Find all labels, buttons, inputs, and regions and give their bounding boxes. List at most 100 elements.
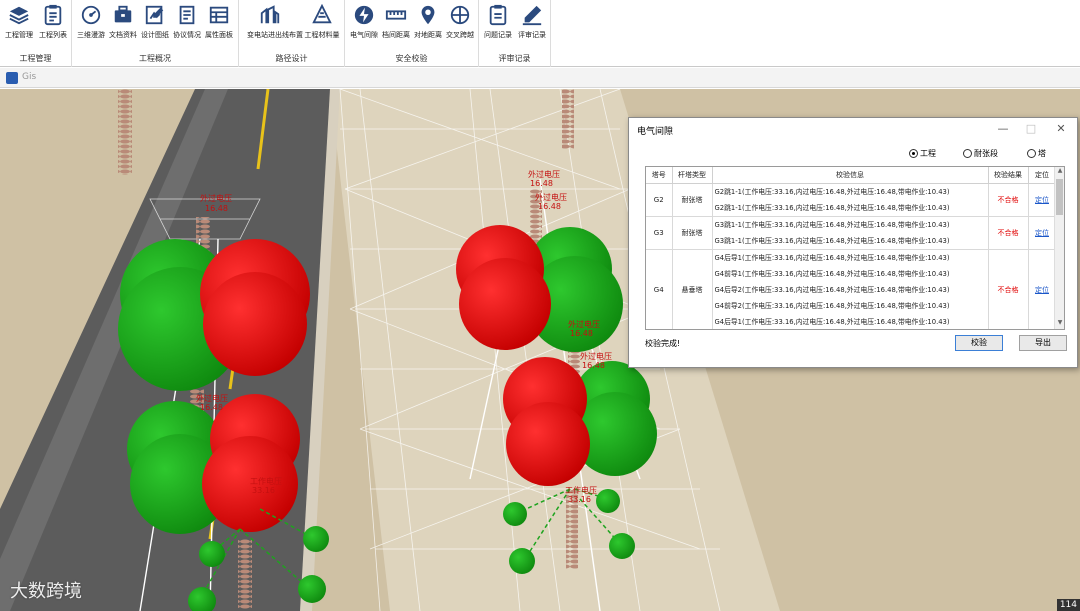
tower-type: 耐张塔 <box>672 183 713 217</box>
radio-unchecked-icon <box>963 149 972 158</box>
voltage-label: 外过电压 <box>568 319 600 329</box>
voltage-label: 外过电压 <box>528 169 560 179</box>
document-icon <box>179 5 195 25</box>
column-header: 校验结果 <box>988 167 1029 184</box>
problem-record-icon <box>489 4 507 26</box>
check-info: G4后导1(工作电压:33.16,内过电压:16.48,外过电压:16.48,带… <box>712 249 989 329</box>
table-row[interactable]: G4 悬垂塔 G4后导1(工作电压:33.16,内过电压:16.48,外过电压:… <box>646 249 1057 329</box>
clearance-sphere-red <box>203 272 307 376</box>
dashboard-icon <box>81 5 101 25</box>
gis-window-title: Gis <box>22 72 37 82</box>
insulator-string <box>118 89 132 175</box>
material-icon <box>312 4 332 24</box>
ribbon-group-route: 变电站进出线布置 工程材料量 路径设计 <box>239 0 345 67</box>
pen-icon <box>522 5 542 26</box>
clearance-sphere-red <box>459 258 551 350</box>
property-panel-button[interactable]: 属性面板 <box>202 4 236 44</box>
check-result: 不合格 <box>988 216 1029 250</box>
layers-icon <box>9 6 29 25</box>
locate-link[interactable]: 定位 <box>1028 183 1057 217</box>
substation-layout-button[interactable]: 变电站进出线布置 <box>247 4 303 44</box>
ribbon-group-review: 问题记录 评审记录 评审记录 <box>479 0 551 67</box>
close-button[interactable]: ✕ <box>1051 121 1071 137</box>
ribbon-toolbar: 工程管理 工程列表 工程管理 三维漫游 文档资料 设计图纸 协议情况 属性面板 <box>0 0 1080 67</box>
project-list-button[interactable]: 工程列表 <box>36 4 70 44</box>
voltage-label: 16.48 <box>582 361 605 370</box>
substation-icon <box>260 5 280 24</box>
check-info: G2跳1-1(工作电压:33.16,内过电压:16.48,外过电压:16.48,… <box>712 183 989 217</box>
check-info: G3跳1-1(工作电压:33.16,内过电压:16.48,外过电压:16.48,… <box>712 216 989 250</box>
table-row[interactable]: G3 耐张塔 G3跳1-1(工作电压:33.16,内过电压:16.48,外过电压… <box>646 216 1057 250</box>
minimize-button[interactable]: — <box>993 121 1013 137</box>
clearance-sphere-small <box>509 548 535 574</box>
review-record-button[interactable]: 评审记录 <box>515 4 549 44</box>
clipboard-list-icon <box>44 4 62 26</box>
briefcase-icon <box>114 5 132 23</box>
ribbon-group-label: 路径设计 <box>275 54 308 63</box>
voltage-label: 16.48 <box>530 179 553 188</box>
map-pin-icon <box>421 5 435 25</box>
radio-strain-section[interactable]: 耐张段 <box>963 148 998 159</box>
drawing-icon <box>145 5 164 25</box>
clearance-sphere-small <box>503 502 527 526</box>
radio-tower[interactable]: 塔 <box>1027 148 1046 159</box>
column-header: 校验信息 <box>712 167 989 184</box>
clearance-sphere-red <box>506 402 590 486</box>
ribbon-group-safety: 电气间隙 档间距离 对地距离 交叉跨越 安全校验 <box>345 0 479 67</box>
crosshair-icon <box>450 5 470 25</box>
table-row[interactable]: G2 耐张塔 G2跳1-1(工作电压:33.16,内过电压:16.48,外过电压… <box>646 183 1057 217</box>
tower-type: 耐张塔 <box>672 216 713 250</box>
ribbon-group-label: 安全校验 <box>395 54 428 63</box>
verify-button[interactable]: 校验 <box>955 335 1003 351</box>
tower-number: G4 <box>646 249 673 329</box>
tower-type: 悬垂塔 <box>672 249 713 329</box>
column-header: 塔号 <box>646 167 673 184</box>
voltage-label: 16.48 <box>205 204 228 213</box>
radio-unchecked-icon <box>1027 149 1036 158</box>
ribbon-group-label: 工程概况 <box>139 54 171 63</box>
voltage-label: 外过电压 <box>196 393 228 403</box>
electric-icon <box>354 5 374 25</box>
clearance-sphere-small <box>199 541 225 567</box>
export-button[interactable]: 导出 <box>1019 335 1067 351</box>
watermark: 大数跨境 <box>10 581 82 602</box>
radio-project[interactable]: 工程 <box>909 148 936 159</box>
material-quantity-button[interactable]: 工程材料量 <box>305 4 340 44</box>
voltage-label: 外过电压 <box>535 192 567 202</box>
voltage-label: 16.48 <box>538 202 561 211</box>
tower-number: G2 <box>646 183 673 217</box>
clearance-sphere-small <box>609 533 635 559</box>
maximize-button[interactable]: □ <box>1021 121 1041 137</box>
dialog-titlebar[interactable]: 电气间隙 — □ ✕ <box>629 118 1077 142</box>
tower-number: G3 <box>646 216 673 250</box>
scroll-up-icon[interactable]: ▲ <box>1055 167 1064 177</box>
scope-radio-group: 工程 耐张段 塔 <box>909 148 1069 162</box>
voltage-label: 33.16 <box>252 486 275 495</box>
voltage-label: 外过电压 <box>580 351 612 361</box>
locate-link[interactable]: 定位 <box>1028 249 1057 329</box>
panel-icon <box>209 6 229 24</box>
voltage-label: 16.48 <box>200 403 223 412</box>
clearance-sphere-small <box>303 526 329 552</box>
voltage-label: 外过电压 <box>200 193 232 203</box>
scrollbar-thumb[interactable] <box>1056 179 1063 215</box>
scroll-down-icon[interactable]: ▼ <box>1055 319 1064 329</box>
ribbon-group-project: 工程管理 工程列表 工程管理 <box>0 0 72 67</box>
check-result: 不合格 <box>988 249 1029 329</box>
ribbon-group-label: 评审记录 <box>498 54 531 63</box>
gis-window-bar: Gis <box>0 68 1080 88</box>
corner-number: 114 <box>1056 599 1080 611</box>
gis-app-icon <box>6 72 18 84</box>
voltage-label: 工作电压 <box>565 485 597 495</box>
check-result: 不合格 <box>988 183 1029 217</box>
cross-span-button[interactable]: 交叉跨越 <box>443 4 477 44</box>
locate-link[interactable]: 定位 <box>1028 216 1057 250</box>
ribbon-group-overview: 三维漫游 文档资料 设计图纸 协议情况 属性面板 工程概况 <box>72 0 239 67</box>
clearance-table: 塔号 杆塔类型 校验信息 校验结果 定位 G2 耐张塔 G2跳1-1(工作电压:… <box>645 166 1065 330</box>
column-header: 定位 <box>1028 167 1057 184</box>
voltage-label: 33.16 <box>568 495 591 504</box>
table-scrollbar[interactable]: ▲ ▼ <box>1054 167 1064 329</box>
ruler-icon <box>385 10 407 20</box>
status-text: 校验完成! <box>645 339 681 348</box>
electrical-clearance-dialog: 电气间隙 — □ ✕ 工程 耐张段 塔 塔号 杆塔类型 校验信息 校验结果 定位… <box>628 117 1078 368</box>
